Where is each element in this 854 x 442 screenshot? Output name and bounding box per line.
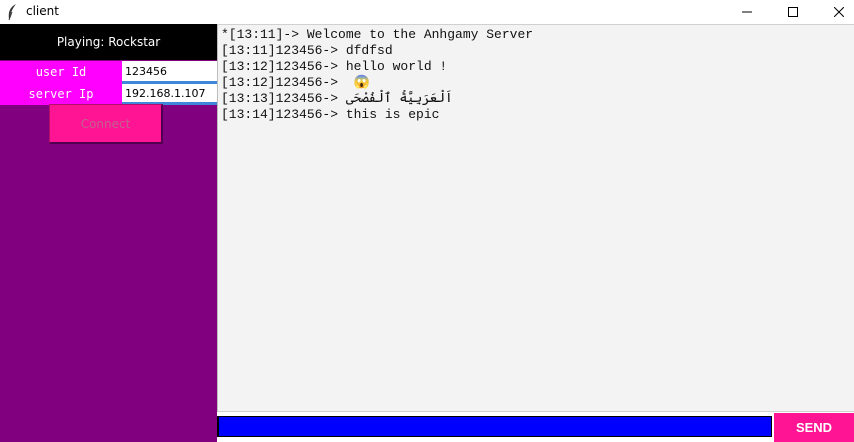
chat-message: [13:12]123456-> hello world ! xyxy=(221,59,448,74)
chat-message: [13:12]123456-> 😱 xyxy=(221,75,370,90)
title-bar: client xyxy=(0,0,854,24)
chat-message: [13:14]123456-> this is epic xyxy=(221,107,440,122)
sidebar: Playing: Rockstar user Id server Ip Conn… xyxy=(0,24,217,442)
maximize-icon xyxy=(788,7,798,17)
connect-button[interactable]: Connect xyxy=(49,104,163,144)
chat-message: [13:11]123456-> dfdfsd xyxy=(221,43,393,58)
window-title: client xyxy=(26,4,59,18)
minimize-button[interactable] xyxy=(724,0,770,24)
chat-message: *[13:11]-> Welcome to the Anhgamy Server xyxy=(221,27,534,42)
user-id-label: user Id xyxy=(0,61,122,83)
server-ip-label: server Ip xyxy=(0,83,122,105)
now-playing-status: Playing: Rockstar xyxy=(0,24,217,60)
chat-log[interactable]: *[13:11]-> Welcome to the Anhgamy Server… xyxy=(217,24,854,412)
feather-icon xyxy=(8,4,16,21)
close-icon xyxy=(834,7,844,17)
close-button[interactable] xyxy=(816,0,854,24)
maximize-button[interactable] xyxy=(770,0,816,24)
user-id-input[interactable] xyxy=(122,61,217,84)
minimize-icon xyxy=(742,11,752,13)
chat-message: [13:13]123456-> اَلْعَرَبِيَّةُ ٱلْفُصْح… xyxy=(221,91,453,106)
server-ip-input[interactable] xyxy=(122,84,217,105)
send-button[interactable]: SEND xyxy=(774,413,854,442)
message-input[interactable] xyxy=(217,416,772,437)
